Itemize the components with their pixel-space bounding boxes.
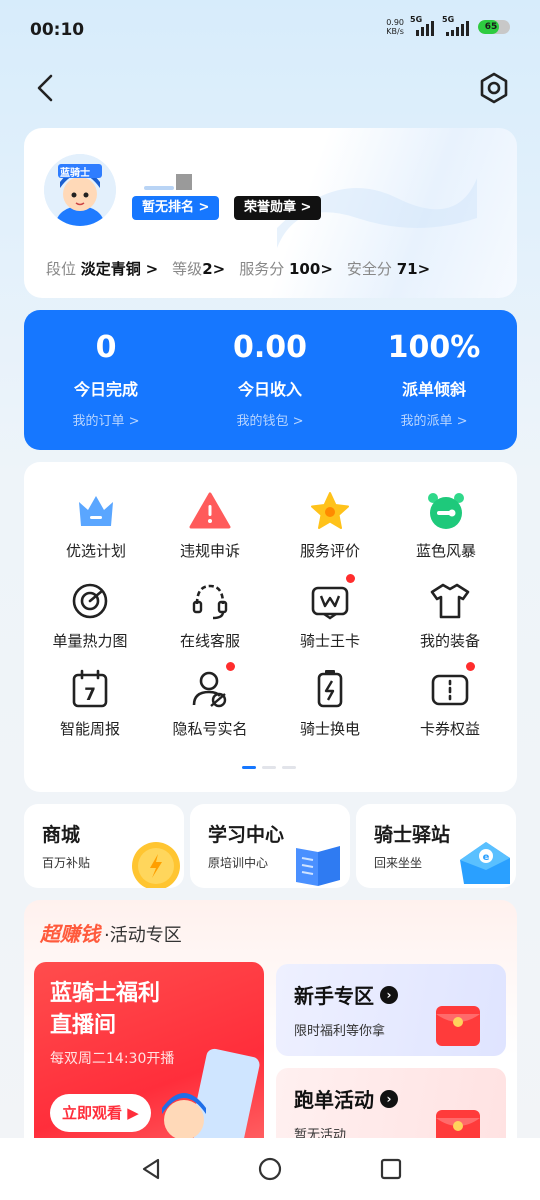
stat-safety-score[interactable]: 安全分 71> [347, 258, 430, 279]
promo-brand: 超赚钱 [40, 922, 100, 946]
watch-now-button[interactable]: 立即观看 ▶ [50, 1094, 151, 1132]
privacy-user-icon [189, 662, 235, 710]
my-wallet-link[interactable]: 我的钱包 > [190, 410, 350, 429]
profile-stats: 段位 淡定青铜 > 等级2> 服务分 100> 安全分 71> [46, 258, 430, 279]
entry-mall[interactable]: 商城 百万补贴 [24, 804, 184, 888]
arrow-right-icon: › [380, 1089, 398, 1108]
battery-icon: 65 [478, 20, 510, 34]
crown-icon [75, 490, 117, 532]
grid-item-premium-plan[interactable]: 优选计划 [36, 490, 156, 570]
grid-item-heatmap[interactable]: 单量热力图 [30, 580, 150, 660]
status-time: 00:10 [30, 20, 85, 40]
nav-back-icon[interactable] [138, 1156, 164, 1182]
grid-item-battery-swap[interactable]: 骑士换电 [270, 668, 390, 748]
heatmap-icon [69, 580, 111, 622]
star-icon [309, 490, 351, 532]
grid-item-appeal[interactable]: 违规申诉 [150, 490, 270, 570]
calendar-icon: 7 [69, 668, 111, 710]
username-redacted [144, 174, 214, 190]
newbie-zone-card[interactable]: 新手专区 › 限时福利等你拿 [276, 964, 506, 1056]
grid-item-customer-service[interactable]: 在线客服 [150, 580, 270, 660]
back-icon[interactable] [30, 72, 62, 104]
function-grid: 优选计划 违规申诉 服务评价 蓝色风暴 单量热力图 在线客服 骑士王卡 我的装备… [24, 462, 517, 792]
settings-icon[interactable] [476, 70, 512, 106]
stat-level[interactable]: 等级2> [172, 258, 225, 279]
svg-text:7: 7 [84, 685, 96, 705]
nav-home-icon[interactable] [257, 1156, 283, 1182]
summary-dispatch[interactable]: 100% 派单倾斜 我的派单 > [354, 328, 514, 429]
alarm-clock-icon [425, 490, 467, 532]
signal-2-icon: 5G [442, 15, 472, 36]
daily-summary-card: 0 今日完成 我的订单 > 0.00 今日收入 我的钱包 > 100% 派单倾斜… [24, 310, 517, 450]
summary-income[interactable]: 0.00 今日收入 我的钱包 > [190, 328, 350, 429]
stat-service-score[interactable]: 服务分 100> [239, 258, 333, 279]
promo-header: 超赚钱 · 活动专区 [40, 918, 182, 947]
grid-item-my-equipment[interactable]: 我的装备 [390, 580, 510, 660]
headset-icon [189, 580, 231, 622]
summary-completed[interactable]: 0 今日完成 我的订单 > [26, 328, 186, 429]
avatar-badge: 蓝骑士 [60, 168, 90, 179]
avatar[interactable]: 蓝骑士 [44, 154, 116, 226]
mall-coin-icon [132, 842, 180, 888]
notification-dot [226, 662, 235, 671]
live-title: 蓝骑士福利 直播间 [50, 981, 161, 1038]
promo-section: 超赚钱 · 活动专区 蓝骑士福利 直播间 每双周二14:30开播 立即观看 ▶ … [24, 900, 517, 1160]
live-stream-banner[interactable]: 蓝骑士福利 直播间 每双周二14:30开播 立即观看 ▶ [34, 962, 264, 1160]
promo-zone-title: 活动专区 [109, 925, 182, 946]
medal-button[interactable]: 荣誉勋章 > [234, 196, 322, 220]
grid-item-service-rating[interactable]: 服务评价 [270, 490, 390, 570]
red-envelope-icon [436, 1006, 480, 1046]
grid-item-knight-card[interactable]: 骑士王卡 [270, 574, 390, 660]
grid-item-blue-storm[interactable]: 蓝色风暴 [386, 490, 506, 570]
top-nav [0, 62, 540, 114]
play-icon: ▶ [127, 1104, 139, 1122]
rank-button[interactable]: 暂无排名 > [132, 196, 220, 220]
warning-icon [189, 490, 231, 532]
net-speed: 0.90 KB/s [386, 18, 404, 36]
notification-dot [466, 662, 475, 671]
tshirt-icon [429, 580, 471, 622]
signal-1-icon: 5G [410, 15, 436, 36]
system-nav-bar [0, 1138, 540, 1200]
status-indicators: 0.90 KB/s 5G 5G 65 [386, 15, 510, 36]
entry-learning-center[interactable]: 学习中心 原培训中心 [190, 804, 350, 888]
grid-item-coupons[interactable]: 卡券权益 [390, 662, 510, 748]
entry-knight-station[interactable]: 骑士驿站 回来坐坐 e [356, 804, 516, 888]
station-house-icon: e [460, 842, 510, 884]
battery-swap-icon [309, 668, 351, 710]
grid-item-weekly-report[interactable]: 7 智能周报 [30, 668, 150, 748]
profile-card: 蓝骑士 暂无排名 > 荣誉勋章 > 段位 淡定青铜 > 等级2> 服务分 100… [24, 128, 517, 298]
my-dispatch-link[interactable]: 我的派单 > [354, 410, 514, 429]
notification-dot [346, 574, 355, 583]
nav-recents-icon[interactable] [378, 1156, 404, 1182]
status-bar: 00:10 0.90 KB/s 5G 5G 65 [0, 0, 540, 60]
grid-item-privacy-verify[interactable]: 隐私号实名 [150, 662, 270, 748]
arrow-right-icon: › [380, 985, 398, 1004]
card-icon [309, 574, 355, 622]
coupon-icon [429, 662, 475, 710]
my-orders-link[interactable]: 我的订单 > [26, 410, 186, 429]
stat-tier[interactable]: 段位 淡定青铜 > [46, 258, 158, 279]
svg-text:e: e [483, 852, 490, 863]
book-icon [296, 846, 340, 886]
grid-page-indicator [242, 766, 296, 769]
